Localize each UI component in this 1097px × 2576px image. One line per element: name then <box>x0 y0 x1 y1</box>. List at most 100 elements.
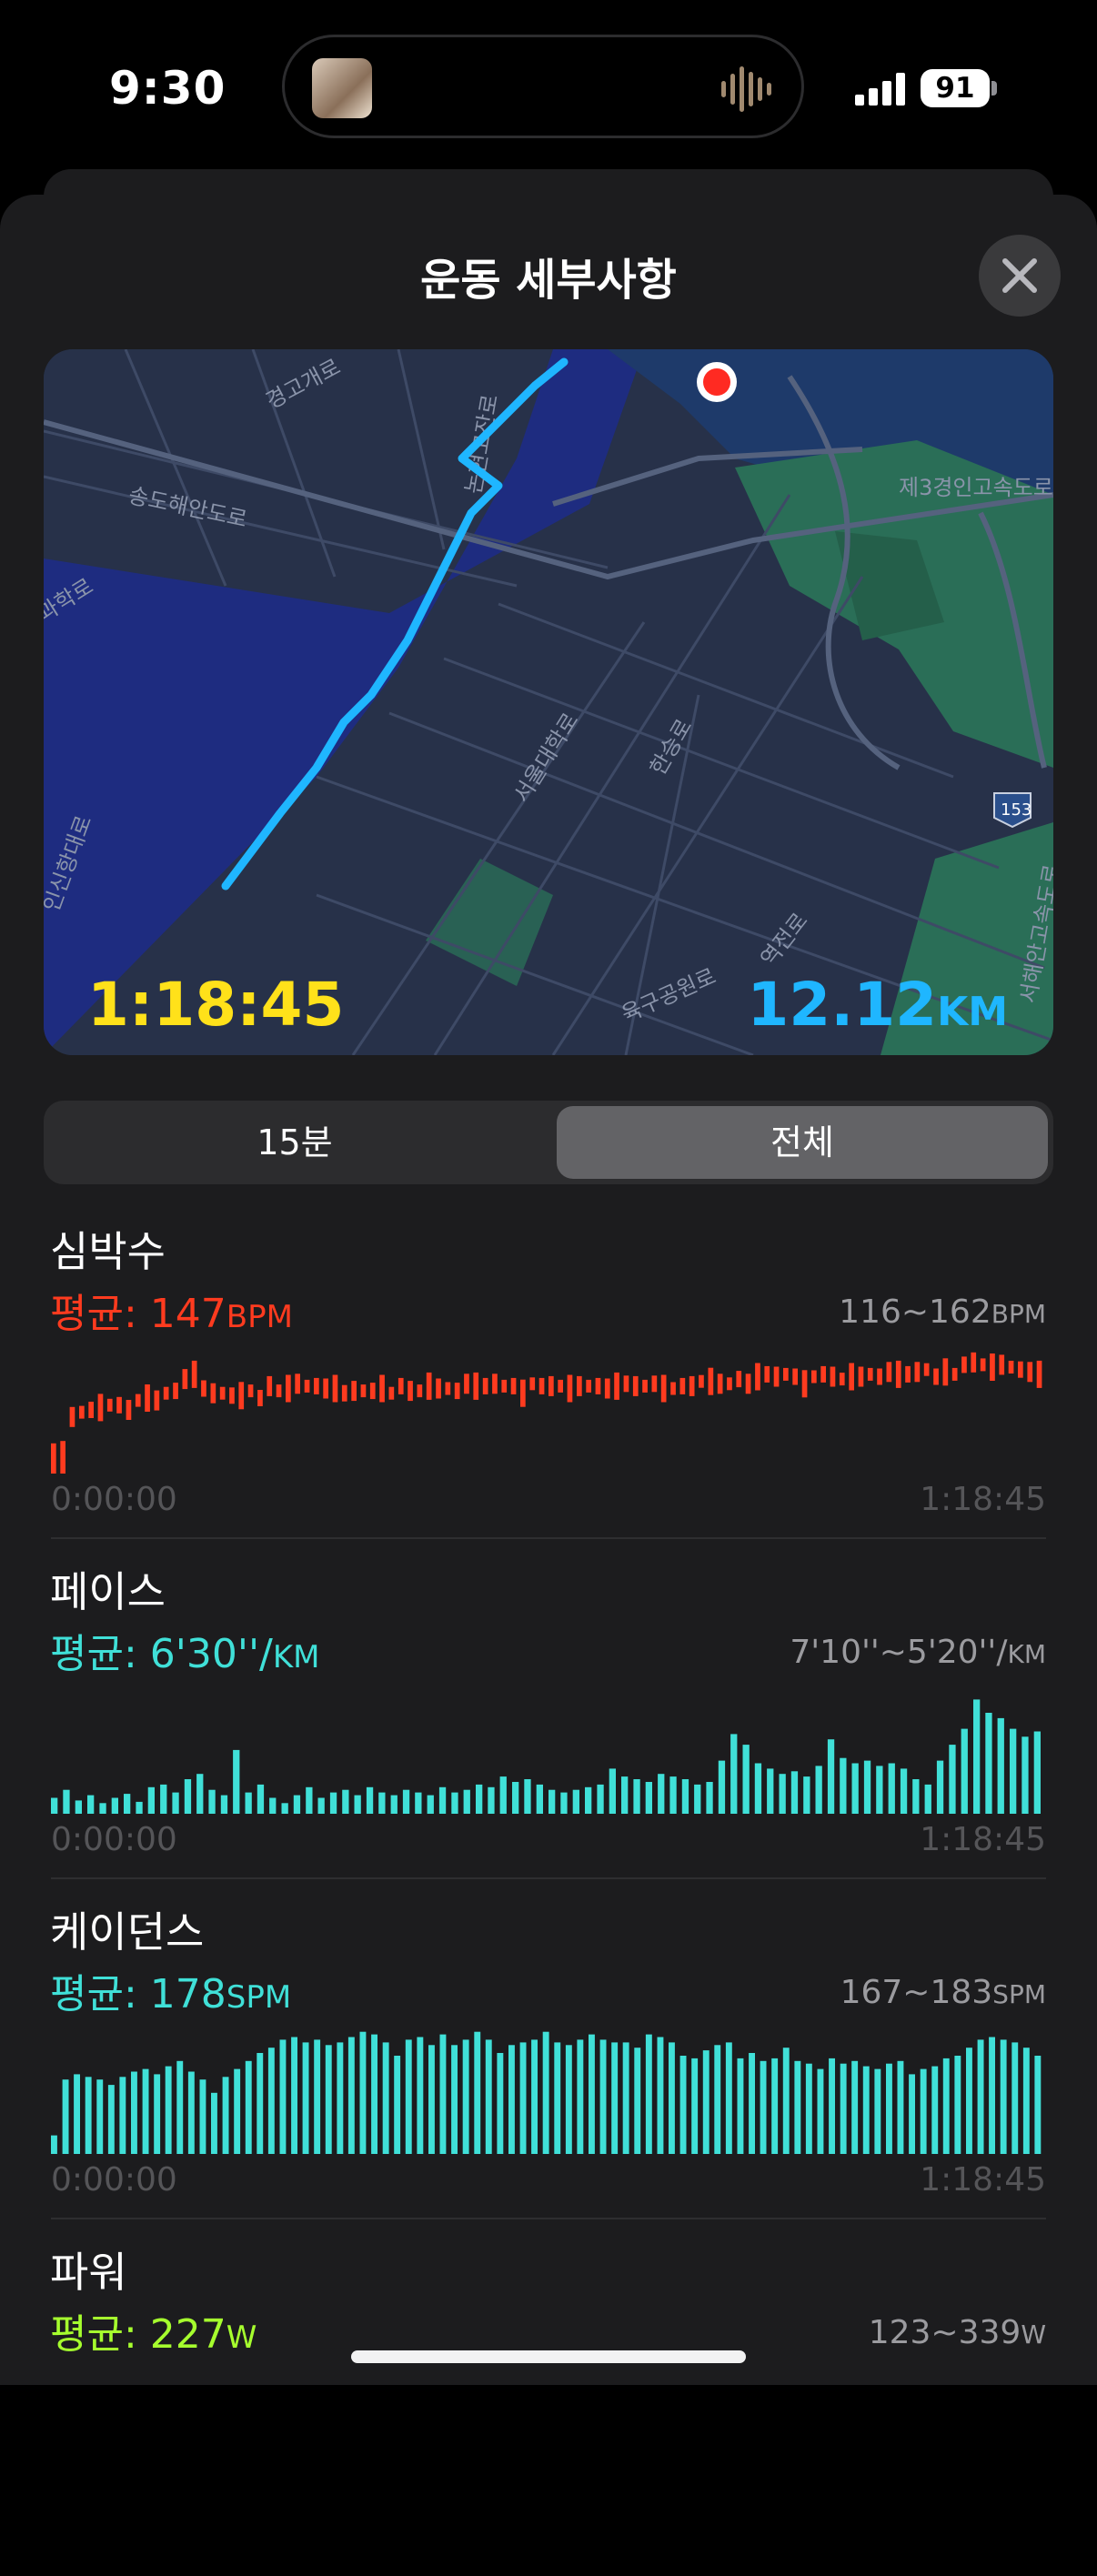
chart-bar <box>88 1402 94 1418</box>
avg-value: 178 <box>149 1971 226 2018</box>
chart-bar <box>85 2077 92 2154</box>
chart-bar <box>337 2042 344 2154</box>
chart-bar <box>971 1352 977 1373</box>
range-value: 116~162 <box>839 1293 991 1331</box>
chart-bar <box>172 1792 179 1814</box>
chart-bar <box>360 1384 367 1398</box>
chart-bar <box>323 1378 328 1399</box>
chart-bar <box>97 1394 104 1422</box>
metric-range: 7'10''~5'20''/KM <box>790 1634 1046 1671</box>
home-indicator[interactable] <box>351 2350 746 2363</box>
chart-bar <box>936 1760 944 1814</box>
chart-bar <box>876 1766 883 1814</box>
chart-bar <box>463 1789 470 1814</box>
chart-bar <box>699 1374 704 1388</box>
chart-start-time: 0:00:00 <box>51 1821 177 1858</box>
chart-bar <box>220 1795 228 1814</box>
chart-bar <box>191 1360 197 1388</box>
pace-chart[interactable] <box>51 1677 1046 1814</box>
chart-bar <box>276 1384 282 1398</box>
chart-bar <box>454 1383 460 1400</box>
avg-value: 6'30''/ <box>149 1631 273 1677</box>
chart-bar <box>632 1375 639 1396</box>
range-unit: W <box>1021 2319 1046 2350</box>
chart-bar <box>839 1373 845 1386</box>
chart-bar <box>417 1384 423 1398</box>
chart-bar <box>877 1368 882 1385</box>
map-canvas[interactable]: 송도해안도로 제3경인고속도로 경고개로 논현고잔로 과학로 서울대학로 한승로… <box>44 349 1053 1055</box>
chart-bar <box>985 1713 992 1814</box>
time-range-segmented-control: 15분 전체 <box>44 1101 1053 1184</box>
segment-all[interactable]: 전체 <box>557 1106 1048 1179</box>
cadence-chart[interactable] <box>51 2018 1046 2154</box>
chart-bar <box>63 1789 70 1814</box>
chart-bar <box>840 2063 847 2154</box>
range-unit: SPM <box>992 1979 1046 2009</box>
chart-bar <box>142 2068 149 2154</box>
chart-bar <box>426 1372 432 1400</box>
metric-average: 평균: 178SPM <box>50 1961 291 2019</box>
chart-bar <box>245 2060 252 2154</box>
chart-bar <box>488 1786 495 1814</box>
chart-bar <box>706 1782 713 1814</box>
chart-bar <box>267 2048 275 2154</box>
close-button[interactable] <box>979 235 1061 317</box>
chart-bar <box>79 1405 85 1419</box>
chart-bar <box>851 1763 859 1814</box>
chart-bar <box>980 1358 986 1372</box>
chart-bar <box>145 1384 150 1412</box>
chart-bar <box>247 1384 254 1398</box>
chart-bar <box>74 2074 80 2154</box>
chart-bar <box>558 1379 563 1393</box>
metric-title: 심박수 <box>50 1227 166 1276</box>
chart-bar <box>187 2071 195 2154</box>
chart-bar <box>742 1745 750 1814</box>
range-unit: KM <box>1007 1639 1046 1669</box>
chart-bar <box>238 1382 245 1410</box>
heart-rate-chart[interactable] <box>51 1337 1046 1474</box>
chart-bar <box>75 1800 82 1814</box>
segment-15min[interactable]: 15분 <box>49 1106 540 1179</box>
chart-bar <box>116 1396 122 1414</box>
chart-bar <box>428 2045 435 2154</box>
chart-bar <box>973 1699 981 1814</box>
chart-bar <box>669 2042 675 2154</box>
chart-bar <box>933 1368 939 1385</box>
chart-bar <box>390 1795 398 1814</box>
chart-bar <box>681 1779 689 1814</box>
chart-bar <box>342 1789 349 1814</box>
battery-icon <box>991 81 997 96</box>
chart-bar <box>147 1786 155 1814</box>
metric-range: 167~183SPM <box>840 1974 1046 2011</box>
chart-bar <box>764 1365 770 1383</box>
distance-unit: KM <box>937 989 1008 1035</box>
chart-bar <box>279 2039 287 2154</box>
chart-bar <box>199 2079 206 2154</box>
chart-bar <box>783 1367 789 1381</box>
chart-bar <box>997 1717 1004 1814</box>
chart-bar <box>897 2060 904 2154</box>
route-map[interactable]: 송도해안도로 제3경인고속도로 경고개로 논현고잔로 과학로 서울대학로 한승로… <box>44 349 1053 1055</box>
chart-bar <box>388 1386 395 1400</box>
chart-bar <box>51 1443 56 1474</box>
chart-bar <box>779 1774 786 1814</box>
chart-bar <box>717 1374 723 1394</box>
chart-bar <box>949 1745 956 1814</box>
chart-bar <box>51 1797 58 1814</box>
dynamic-island[interactable] <box>282 35 804 138</box>
chart-bar <box>99 1803 106 1814</box>
chart-bar <box>604 1378 610 1399</box>
chart-bar <box>538 1377 545 1394</box>
chart-bar <box>451 1792 458 1814</box>
chart-bar <box>234 2068 241 2154</box>
chart-bar <box>725 2042 732 2154</box>
chart-bar <box>811 1370 817 1384</box>
chart-bar <box>302 2042 309 2154</box>
sheet-title: 운동 세부사항 <box>420 255 677 306</box>
chart-bar <box>830 1366 836 1387</box>
chart-bar <box>107 2085 115 2154</box>
chart-bar <box>990 1353 995 1381</box>
metric-range: 123~339W <box>869 2314 1046 2351</box>
metric-average: 평균: 6'30''/KM <box>50 1621 320 1679</box>
chart-bar <box>924 1784 931 1814</box>
